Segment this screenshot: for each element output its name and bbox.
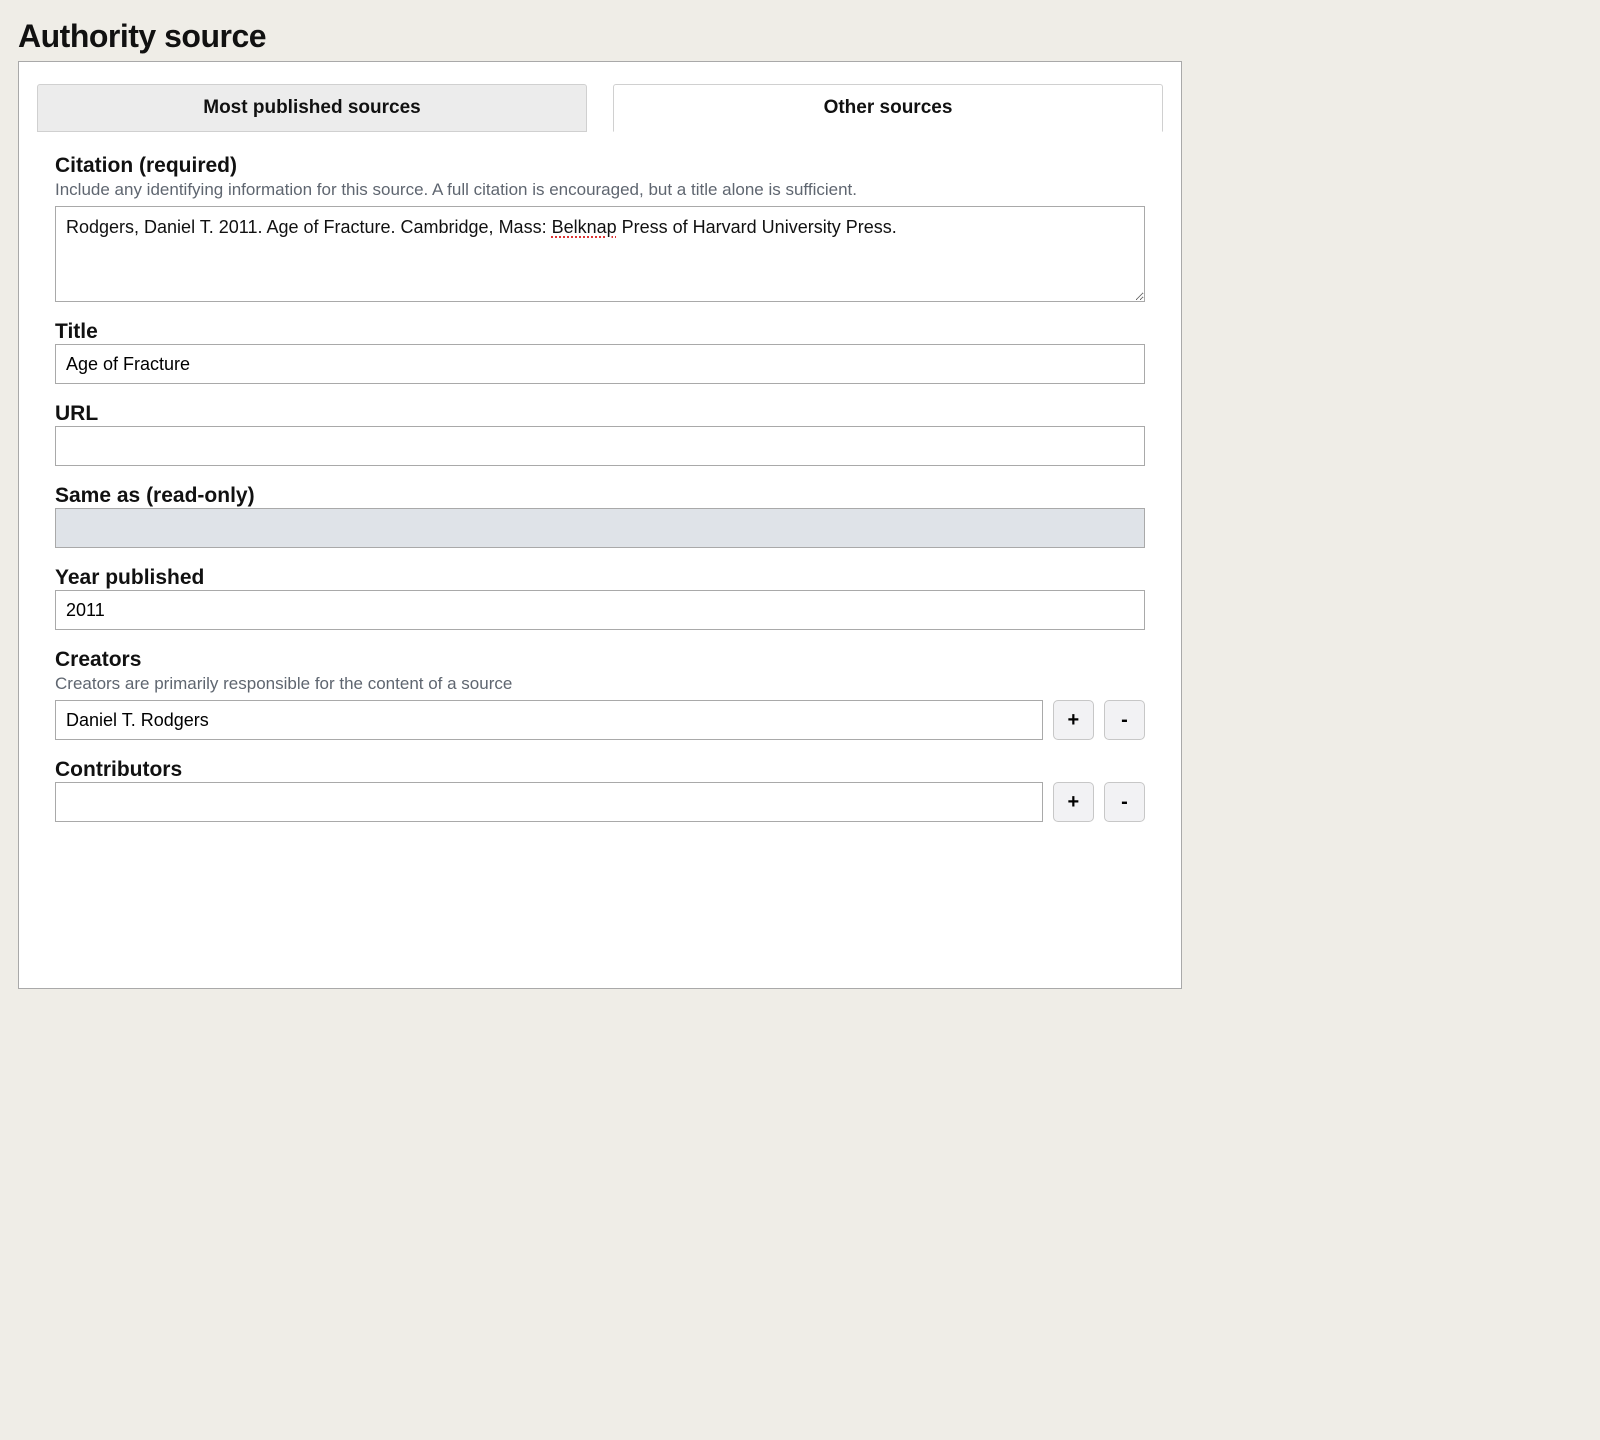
citation-text-prefix: Rodgers, Daniel T. 2011. Age of Fracture…	[66, 217, 552, 237]
tab-bar: Most published sources Other sources	[19, 62, 1181, 132]
citation-label: Citation (required)	[55, 154, 1145, 178]
title-label: Title	[55, 320, 1145, 344]
same-as-box	[55, 508, 1145, 548]
contributors-add-button[interactable]: +	[1053, 782, 1094, 822]
citation-textarea[interactable]: Rodgers, Daniel T. 2011. Age of Fracture…	[55, 206, 1145, 302]
url-input[interactable]	[55, 426, 1145, 466]
field-contributors: Contributors + -	[55, 758, 1145, 822]
field-year-published: Year published	[55, 566, 1145, 630]
title-input[interactable]	[55, 344, 1145, 384]
year-input[interactable]	[55, 590, 1145, 630]
field-same-as: Same as (read-only)	[55, 484, 1145, 548]
citation-text-suffix: Press of Harvard University Press.	[617, 217, 897, 237]
contributors-remove-button[interactable]: -	[1104, 782, 1145, 822]
tab-other-sources[interactable]: Other sources	[613, 84, 1163, 132]
url-label: URL	[55, 402, 1145, 426]
citation-help: Include any identifying information for …	[55, 180, 1145, 200]
same-as-label: Same as (read-only)	[55, 484, 1145, 508]
year-label: Year published	[55, 566, 1145, 590]
citation-text-marked: Belknap	[552, 217, 617, 237]
creators-help: Creators are primarily responsible for t…	[55, 674, 1145, 694]
creators-add-button[interactable]: +	[1053, 700, 1094, 740]
field-title: Title	[55, 320, 1145, 384]
tab-most-published-sources[interactable]: Most published sources	[37, 84, 587, 132]
contributors-label: Contributors	[55, 758, 1145, 782]
form-panel: Most published sources Other sources Cit…	[18, 61, 1182, 989]
field-citation: Citation (required) Include any identify…	[55, 154, 1145, 302]
field-url: URL	[55, 402, 1145, 466]
creators-label: Creators	[55, 648, 1145, 672]
field-creators: Creators Creators are primarily responsi…	[55, 648, 1145, 740]
page-title: Authority source	[18, 18, 1182, 55]
contributors-input[interactable]	[55, 782, 1043, 822]
creators-input[interactable]	[55, 700, 1043, 740]
creators-remove-button[interactable]: -	[1104, 700, 1145, 740]
